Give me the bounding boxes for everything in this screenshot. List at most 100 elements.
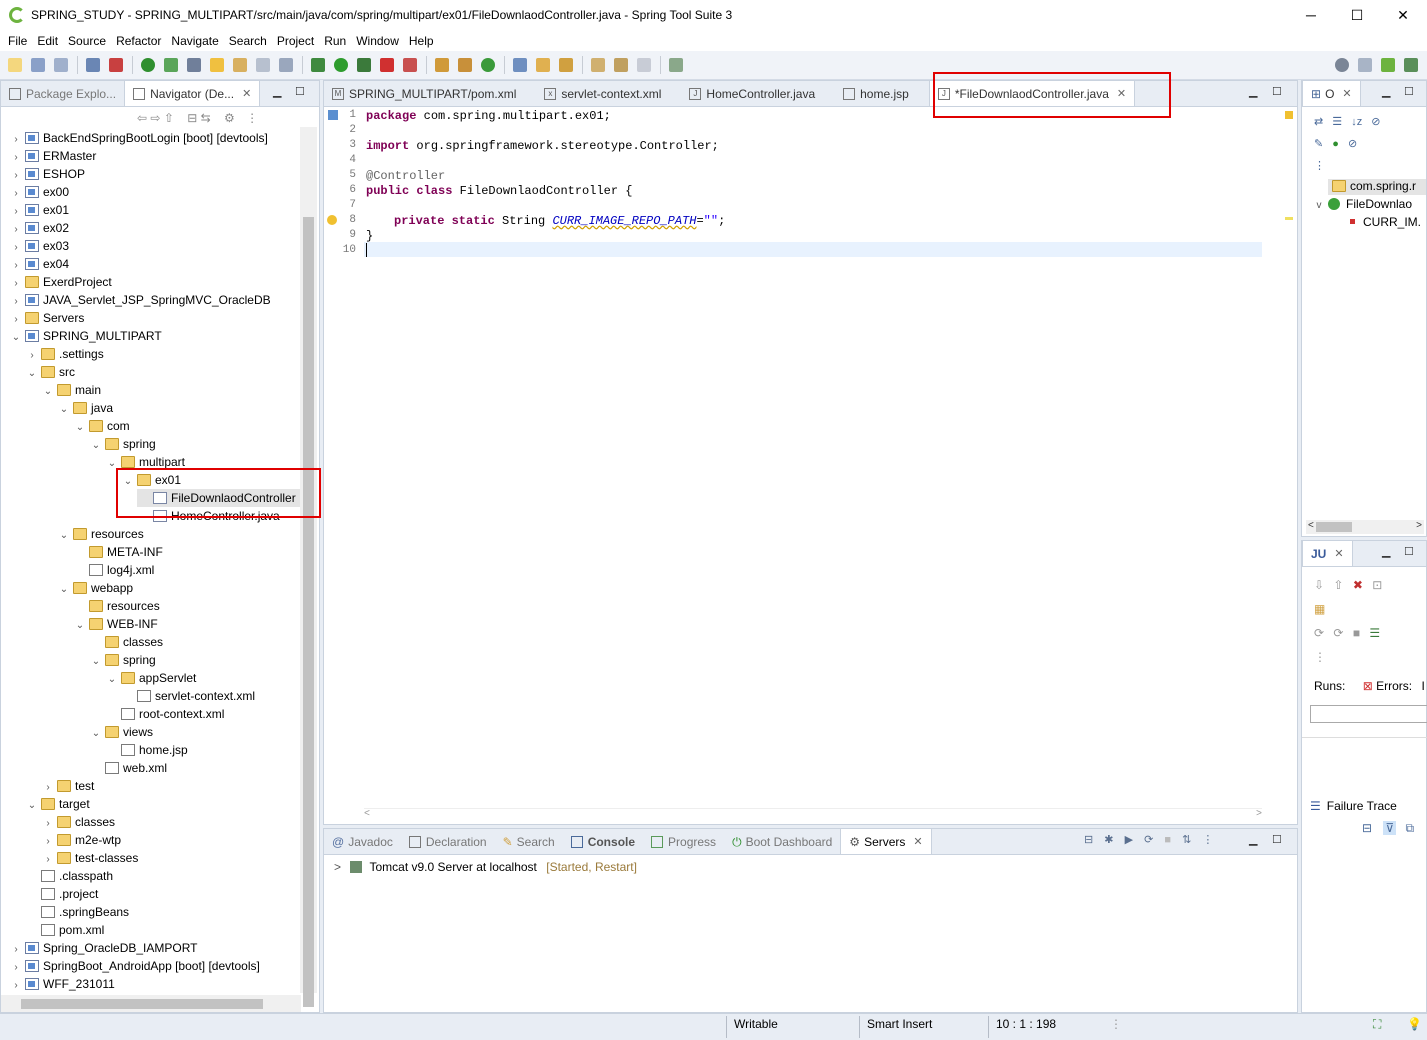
new-class-icon[interactable]	[481, 58, 495, 72]
outline-item-field[interactable]: CURR_IM.	[1350, 213, 1421, 231]
tree-item[interactable]: ⌄ main	[41, 381, 101, 399]
expand-icon[interactable]: >	[334, 860, 341, 874]
filter-stack-icon[interactable]: ⊽	[1383, 821, 1397, 835]
editor-horizontal-scrollbar[interactable]: < >	[364, 808, 1262, 822]
spring-boot-run-icon[interactable]	[141, 58, 155, 72]
search-icon[interactable]	[1335, 58, 1349, 72]
tab-declaration[interactable]: Declaration	[401, 830, 495, 854]
last-edit-icon[interactable]	[591, 58, 605, 72]
filter-icon[interactable]: ⚙	[224, 111, 235, 125]
close-icon[interactable]: ✕	[1334, 547, 1343, 560]
relaunch-icon[interactable]	[164, 58, 178, 72]
collapse-chevron-icon[interactable]: ⌄	[73, 617, 87, 635]
tree-item[interactable]: › ex03	[9, 237, 69, 255]
publish-icon[interactable]: ⇅	[1182, 834, 1191, 846]
tree-item[interactable]: › classes	[41, 813, 115, 831]
show-whitespace-icon[interactable]	[279, 58, 293, 72]
tree-item[interactable]: › test	[41, 777, 94, 795]
debug-icon[interactable]	[311, 58, 325, 72]
tree-item[interactable]: › JAVA_Servlet_JSP_SpringMVC_OracleDB	[9, 291, 270, 309]
hide-local-types-icon[interactable]: ⊘	[1348, 138, 1357, 150]
expand-icon[interactable]: v	[1312, 197, 1326, 215]
spring-icon[interactable]	[187, 58, 201, 72]
collapse-chevron-icon[interactable]: ⌄	[105, 671, 119, 689]
tree-item[interactable]: › Servers	[9, 309, 84, 327]
scroll-lock-icon[interactable]: ⊡	[1372, 578, 1382, 592]
tree-item[interactable]: servlet-context.xml	[121, 687, 255, 705]
open-task-icon[interactable]	[536, 58, 550, 72]
tip-lightbulb-icon[interactable]: 💡	[1407, 1017, 1422, 1031]
collapse-chevron-icon[interactable]: ⌄	[73, 419, 87, 437]
tree-item[interactable]: › test-classes	[41, 849, 138, 867]
open-type-icon[interactable]	[513, 58, 527, 72]
collapse-all-icon[interactable]: ⊟	[187, 111, 197, 125]
tree-item[interactable]: › m2e-wtp	[41, 831, 121, 849]
tree-item[interactable]: › ESHOP	[9, 165, 85, 183]
tab-console[interactable]: Console	[563, 830, 643, 854]
link-editor-icon[interactable]: ⇆	[201, 111, 211, 125]
pin-editor-icon[interactable]	[669, 58, 683, 72]
tab-outline[interactable]: ⊞ O ✕	[1302, 80, 1361, 106]
tree-item[interactable]: ⌄ views	[89, 723, 153, 741]
collapse-chevron-icon[interactable]: ⌄	[57, 581, 71, 599]
minimize-icon[interactable]: ▁	[1249, 833, 1257, 846]
search-tool-icon[interactable]	[559, 58, 573, 72]
copy-trace-icon[interactable]: ⧉	[1406, 821, 1415, 835]
stop-server-icon[interactable]: ■	[1164, 834, 1171, 846]
tab-navigator[interactable]: Navigator (De... ✕	[124, 80, 261, 106]
collapse-chevron-icon[interactable]: ⌄	[89, 437, 103, 455]
expand-chevron-icon[interactable]: ›	[9, 977, 23, 993]
tree-item[interactable]: › ex00	[9, 183, 69, 201]
view-menu-icon[interactable]: ⋮	[1202, 834, 1213, 846]
tab-junit[interactable]: JU ✕	[1302, 540, 1353, 566]
view-menu-icon[interactable]: ⋮	[246, 111, 258, 125]
forward-icon[interactable]	[637, 58, 651, 72]
view-menu-icon[interactable]: ⋮	[1314, 650, 1326, 664]
tree-horizontal-scrollbar[interactable]	[1, 995, 301, 1012]
save-icon[interactable]	[31, 58, 45, 72]
collapse-icon[interactable]: ⇄	[1314, 116, 1323, 128]
menu-project[interactable]: Project	[272, 34, 319, 48]
tree-item[interactable]: › ex02	[9, 219, 69, 237]
compare-icon[interactable]: ⊟	[1362, 821, 1372, 835]
tree-item[interactable]: › ERMaster	[9, 147, 96, 165]
tree-item[interactable]: ⌄ resources	[57, 525, 144, 543]
minimize-icon[interactable]: ▁	[1382, 85, 1390, 98]
tree-item[interactable]: resources	[73, 597, 160, 615]
spring-perspective-icon[interactable]	[1381, 58, 1395, 72]
maximize-icon[interactable]: ☐	[1272, 833, 1282, 846]
menu-run[interactable]: Run	[319, 34, 351, 48]
close-icon[interactable]: ✕	[913, 835, 922, 848]
outline-item-package[interactable]: com.spring.r	[1330, 177, 1416, 195]
profile-server-icon[interactable]: ⟳	[1144, 834, 1153, 846]
tab-javadoc[interactable]: @ Javadoc	[324, 830, 401, 854]
tab-package-explorer[interactable]: Package Explo...	[1, 82, 124, 106]
stop-icon[interactable]: ■	[1353, 626, 1360, 640]
code-editor[interactable]: 1 2 3 4 5 6 7 8 9 10 package com.spring.multipart…	[324, 107, 1297, 824]
collapse-chevron-icon[interactable]: ⌄	[9, 329, 23, 347]
tree-item[interactable]: log4j.xml	[73, 561, 154, 579]
tree-item[interactable]: › ex01	[9, 201, 69, 219]
tab-pom-xml[interactable]: M SPRING_MULTIPART/pom.xml	[324, 82, 524, 106]
tree-item[interactable]: ⌄ webapp	[57, 579, 133, 597]
collapse-chevron-icon[interactable]: ⌄	[25, 365, 39, 383]
server-row[interactable]: > Tomcat v9.0 Server at localhost [Start…	[334, 860, 637, 874]
tree-item[interactable]: ⌄ java	[57, 399, 113, 417]
stop-icon[interactable]	[380, 58, 394, 72]
maximize-icon[interactable]: ☐	[1404, 85, 1414, 98]
tree-item[interactable]: root-context.xml	[105, 705, 224, 723]
tab-home-jsp[interactable]: home.jsp	[835, 82, 917, 106]
collapse-chevron-icon[interactable]: ⌄	[41, 383, 55, 401]
tab-servlet-context[interactable]: x servlet-context.xml	[536, 82, 669, 106]
tree-item[interactable]: ⌄ spring	[89, 435, 156, 453]
tree-item[interactable]: › SpringBoot_AndroidApp [boot] [devtools]	[9, 957, 260, 975]
new-java-project-icon[interactable]	[435, 58, 449, 72]
run-icon[interactable]	[334, 58, 348, 72]
external-tools-icon[interactable]	[403, 58, 417, 72]
new-server-icon[interactable]: ⊟	[1084, 834, 1093, 846]
tree-item[interactable]: META-INF	[73, 543, 163, 561]
view-menu-icon[interactable]: ⋮	[1314, 160, 1325, 172]
hide-static-icon[interactable]: ✎	[1314, 138, 1323, 150]
outline-horizontal-scrollbar[interactable]: < >	[1306, 520, 1424, 534]
tree-item[interactable]: ⌄ SPRING_MULTIPART	[9, 327, 162, 345]
